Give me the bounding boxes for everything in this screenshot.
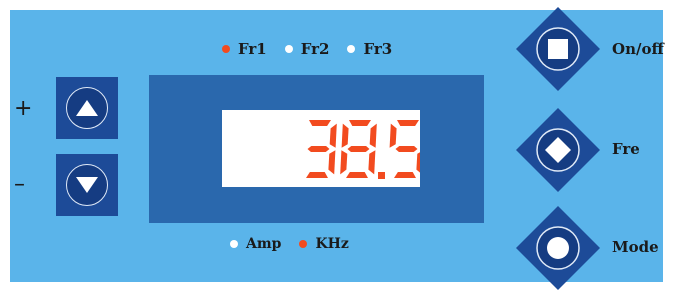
onoff-label: On/off xyxy=(612,40,664,58)
indicator-fr2: Fr2 xyxy=(284,40,330,58)
unit-indicators: Amp KHz xyxy=(230,236,349,252)
frequency-indicators: Fr1 Fr2 Fr3 xyxy=(222,40,392,58)
digit-segment-e xyxy=(340,150,348,175)
digit-segment-d xyxy=(394,172,416,178)
digit-segment-c xyxy=(368,150,376,175)
indicator-amp-label: Amp xyxy=(246,236,282,252)
digit-segment-b xyxy=(369,123,377,148)
indicator-fr1: Fr1 xyxy=(222,40,267,58)
up-button[interactable] xyxy=(56,77,118,139)
digit-segment-a xyxy=(397,120,419,126)
minus-sign: – xyxy=(14,172,25,197)
digit-segment-d xyxy=(346,172,368,178)
indicator-khz: KHz xyxy=(299,236,349,252)
down-button[interactable] xyxy=(56,154,118,216)
plus-sign: + xyxy=(14,96,33,121)
indicator-fr3: Fr3 xyxy=(347,40,392,58)
lcd-display xyxy=(222,110,420,187)
indicator-led-off xyxy=(230,240,238,248)
digit-segment-a xyxy=(309,120,331,126)
circle-icon xyxy=(547,237,569,259)
digit-segment-g xyxy=(307,146,330,152)
digit-segment-a xyxy=(349,120,371,126)
fre-button[interactable] xyxy=(516,108,600,192)
digit-segment-g xyxy=(347,146,370,152)
digit-segment-d xyxy=(306,172,328,178)
indicator-led-off xyxy=(347,45,356,53)
triangle-up-icon xyxy=(76,100,98,116)
triangle-down-icon xyxy=(76,177,98,193)
digit-segment-g xyxy=(395,146,418,152)
square-icon xyxy=(548,39,568,59)
indicator-fr2-label: Fr2 xyxy=(300,40,330,58)
fre-label: Fre xyxy=(612,140,640,158)
digit-segment-f xyxy=(389,123,397,148)
seven-segment-readout xyxy=(306,120,420,179)
indicator-fr3-label: Fr3 xyxy=(363,40,393,58)
down-button-ring xyxy=(66,164,108,206)
up-button-ring xyxy=(66,87,108,129)
digit-segment-c xyxy=(416,152,420,173)
digit-segment-f xyxy=(341,123,349,148)
onoff-button[interactable] xyxy=(516,7,600,91)
indicator-led-off xyxy=(284,45,293,53)
indicator-khz-label: KHz xyxy=(315,236,349,252)
mode-label: Mode xyxy=(612,238,659,256)
indicator-amp: Amp xyxy=(230,236,281,252)
mode-button[interactable] xyxy=(516,206,600,290)
decimal-point xyxy=(378,172,385,179)
indicator-fr1-label: Fr1 xyxy=(238,40,267,58)
digit-segment-c xyxy=(328,150,336,175)
indicator-led-on xyxy=(222,45,230,53)
indicator-led-on xyxy=(299,240,308,248)
digit-segment-b xyxy=(329,123,337,148)
